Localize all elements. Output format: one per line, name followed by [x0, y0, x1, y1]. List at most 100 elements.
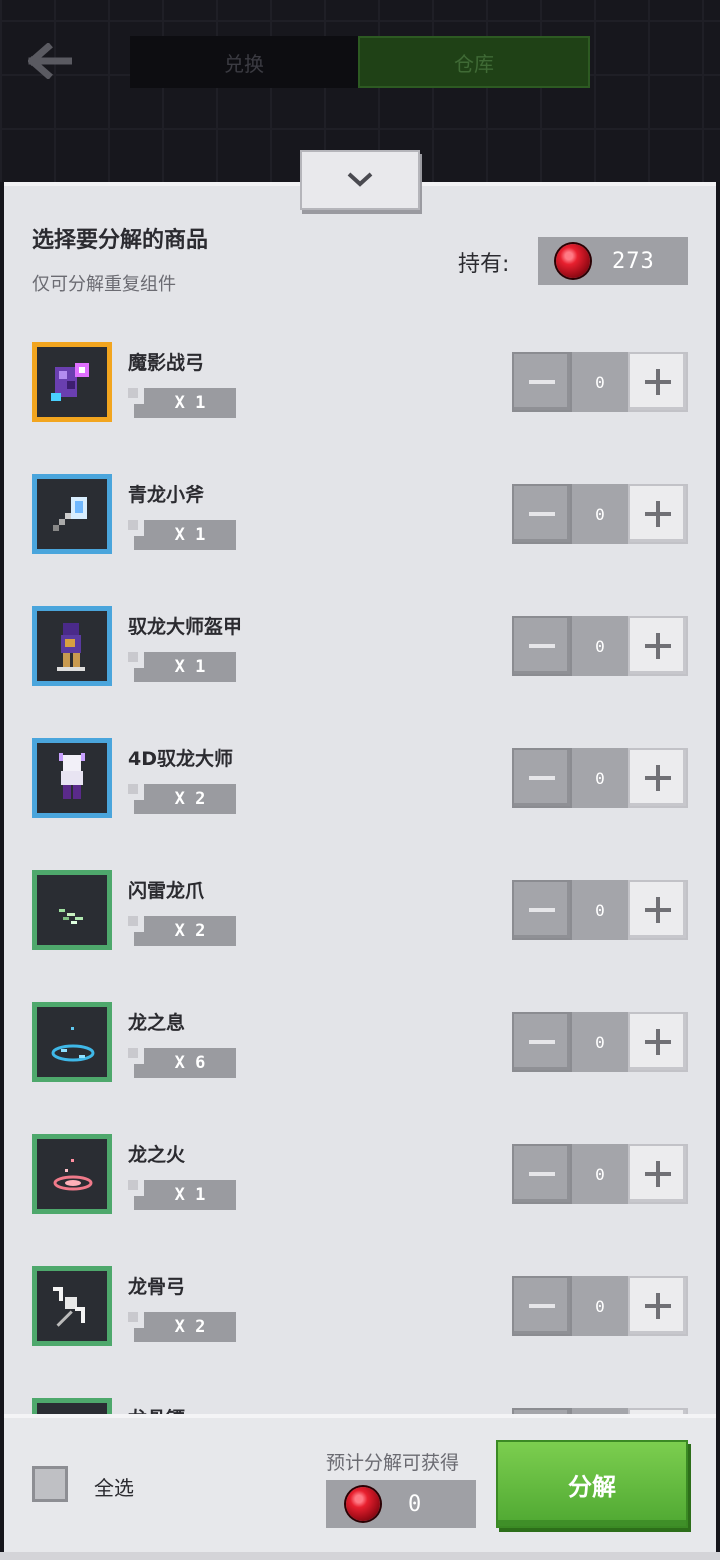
select-all-checkbox[interactable] [32, 1466, 68, 1502]
bottom-edge [0, 1552, 720, 1560]
item-list[interactable]: 魔影战弓 X 1 0 青龙小斧 X 1 0 驭龙大师盔甲 X 1 0 4D驭龙大… [0, 320, 720, 1414]
axe-icon [53, 497, 87, 531]
plus-icon [645, 765, 671, 791]
minus-icon [529, 1040, 555, 1044]
tab-warehouse[interactable]: 仓库 [358, 36, 590, 88]
arrow-left-icon [28, 43, 72, 79]
quantity-badge: X 1 [128, 388, 236, 418]
minus-icon [529, 908, 555, 912]
item-name: 魔影战弓 [128, 352, 205, 374]
quantity-stepper: 0 [512, 1144, 688, 1204]
minus-icon [529, 1172, 555, 1176]
estimate-reward: 0 [326, 1480, 476, 1528]
item-name: 龙骨镖 [128, 1404, 185, 1414]
item-name: 龙骨弓 [128, 1276, 186, 1298]
plus-icon [645, 897, 671, 923]
increment-button[interactable] [628, 484, 688, 544]
item-thumbnail [32, 1266, 112, 1346]
fire-effect-icon [53, 1159, 93, 1191]
plus-icon [645, 1293, 671, 1319]
hold-label: 持有: [458, 252, 510, 277]
armor-icon [57, 623, 85, 671]
quantity-stepper: 0 [512, 484, 688, 544]
decrement-button[interactable] [512, 880, 572, 940]
estimate-label: 预计分解可获得 [326, 1452, 460, 1474]
decrement-button[interactable] [512, 748, 572, 808]
red-gem-icon [556, 244, 590, 278]
increment-button[interactable] [628, 1012, 688, 1072]
select-all-label[interactable]: 全选 [94, 1472, 134, 1501]
item-thumbnail [32, 342, 112, 422]
quantity-badge: X 2 [128, 784, 236, 814]
quantity-stepper: 0 [512, 352, 688, 412]
plus-icon [645, 369, 671, 395]
decrement-button[interactable] [512, 616, 572, 676]
list-item: 龙骨镖 [0, 1398, 720, 1414]
increment-button[interactable] [628, 1276, 688, 1336]
claw-effect-icon [59, 909, 83, 924]
item-thumbnail [32, 738, 112, 818]
decrement-button[interactable] [512, 1144, 572, 1204]
tab-exchange[interactable]: 兑换 [130, 36, 358, 88]
list-item: 青龙小斧 X 1 0 [0, 474, 720, 556]
stepper-value: 0 [572, 1012, 628, 1072]
section-subtitle: 仅可分解重复组件 [32, 274, 176, 295]
item-name: 驭龙大师盔甲 [128, 616, 243, 638]
decompose-button[interactable]: 分解 [496, 1440, 688, 1528]
item-thumbnail [32, 1134, 112, 1214]
minus-icon [529, 644, 555, 648]
list-item: 4D驭龙大师 X 2 0 [0, 738, 720, 820]
minus-icon [529, 512, 555, 516]
item-name: 闪雷龙爪 [128, 880, 205, 902]
stepper-value: 0 [572, 352, 628, 412]
minus-icon [529, 1304, 555, 1308]
back-button[interactable] [22, 36, 78, 86]
decrement-button[interactable] [512, 352, 572, 412]
stepper-value: 0 [572, 880, 628, 940]
plus-icon [645, 1161, 671, 1187]
item-name: 龙之火 [128, 1144, 186, 1166]
quantity-badge: X 6 [128, 1048, 236, 1078]
item-name: 龙之息 [128, 1012, 186, 1034]
list-item: 龙骨弓 X 2 0 [0, 1266, 720, 1348]
list-item: 魔影战弓 X 1 0 [0, 342, 720, 424]
list-item: 闪雷龙爪 X 2 0 [0, 870, 720, 952]
hold-value: 273 [612, 248, 655, 274]
increment-button[interactable] [628, 616, 688, 676]
section-title: 选择要分解的商品 [32, 228, 209, 253]
item-thumbnail [32, 1398, 112, 1414]
decrement-button[interactable] [512, 1276, 572, 1336]
quantity-stepper: 0 [512, 616, 688, 676]
plus-icon [645, 501, 671, 527]
breath-effect-icon [51, 1027, 95, 1062]
quantity-stepper: 0 [512, 748, 688, 808]
hold-balance: 273 [538, 237, 688, 285]
decrement-button[interactable] [512, 484, 572, 544]
stepper-value: 0 [572, 1144, 628, 1204]
quantity-badge: X 2 [128, 916, 236, 946]
stepper-value: 0 [572, 1276, 628, 1336]
increment-button[interactable] [628, 352, 688, 412]
item-thumbnail [32, 606, 112, 686]
tab-bar: 兑换 仓库 [130, 36, 590, 88]
increment-button[interactable] [628, 1144, 688, 1204]
minus-icon [529, 776, 555, 780]
collapse-button[interactable] [300, 150, 420, 210]
bone-bow-icon [53, 1287, 85, 1327]
stepper-value: 0 [572, 748, 628, 808]
quantity-stepper: 0 [512, 1012, 688, 1072]
increment-button[interactable] [628, 748, 688, 808]
quantity-badge: X 1 [128, 520, 236, 550]
quantity-stepper: 0 [512, 1276, 688, 1336]
decrement-button[interactable] [512, 1012, 572, 1072]
minus-icon [529, 380, 555, 384]
list-item: 龙之火 X 1 0 [0, 1134, 720, 1216]
item-name: 4D驭龙大师 [128, 748, 233, 770]
character-icon [59, 753, 85, 799]
quantity-badge: X 1 [128, 1180, 236, 1210]
list-item: 龙之息 X 6 0 [0, 1002, 720, 1084]
quantity-badge: X 2 [128, 1312, 236, 1342]
increment-button[interactable] [628, 880, 688, 940]
plus-icon [645, 1029, 671, 1055]
stepper-value: 0 [572, 484, 628, 544]
